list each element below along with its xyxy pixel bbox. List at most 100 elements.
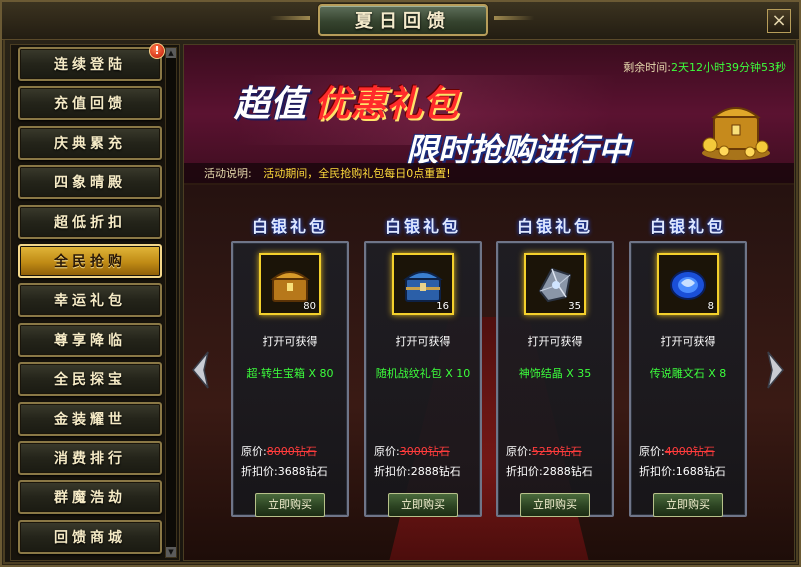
sidebar-item-flash-sale[interactable]: 全民抢购 xyxy=(18,243,162,278)
promo-banner: 剩余时间:2天12小时39分钟53秒 超值 优惠礼包 限时抢购进行中 活动说明:… xyxy=(184,45,794,185)
pack-title: 白银礼包 xyxy=(251,217,328,236)
original-price-label: 原价: xyxy=(374,445,400,458)
countdown: 剩余时间:2天12小时39分钟53秒 xyxy=(623,59,786,75)
sidebar-item-golden-gear[interactable]: 金装耀世 xyxy=(18,401,162,436)
notice-text: 活动期间，全民抢购礼包每日0点重置! xyxy=(263,167,451,180)
item-count: 35 xyxy=(568,301,581,312)
activity-notice: 活动说明: 活动期间，全民抢购礼包每日0点重置! xyxy=(184,163,794,185)
pack-title: 白银礼包 xyxy=(649,217,726,236)
sidebar-item-spending-rank[interactable]: 消费排行 xyxy=(18,440,162,475)
discount-price-row: 折扣价:1688钻石 xyxy=(639,463,726,479)
item-slot[interactable]: 35 xyxy=(524,253,586,315)
banner-headline: 超值 优惠礼包 xyxy=(234,75,458,127)
pack-body: 16 打开可获得 随机战纹礼包 X 10 原价:3000钻石 折扣价:2888钻… xyxy=(364,241,482,517)
discount-price: 3688钻石 xyxy=(277,465,328,478)
pack-card: 白银礼包 16 打开可获得 随机战纹礼包 X 10 原价:3000钻石 折扣价:… xyxy=(364,213,482,517)
original-price-row: 原价:4000钻石 xyxy=(639,443,715,459)
sidebar-item-label: 庆典累充 xyxy=(54,135,126,152)
reward-text: 超·转生宝箱 X 80 xyxy=(246,367,334,380)
main-panel: 剩余时间:2天12小时39分钟53秒 超值 优惠礼包 限时抢购进行中 活动说明:… xyxy=(183,44,795,561)
sidebar-item-label: 回馈商城 xyxy=(54,529,126,546)
buy-button[interactable]: 立即购买 xyxy=(653,493,723,517)
pack-card: 白银礼包 35 打开可获得 神饰结晶 X 35 原价:5250钻石 折扣价:28… xyxy=(496,213,614,517)
original-price: 4000钻石 xyxy=(664,445,715,458)
sidebar-item-demon-calamity[interactable]: 群魔浩劫 xyxy=(18,480,162,515)
sidebar-item-label: 全民抢购 xyxy=(54,253,126,270)
event-window: 夏日回馈 × 连续登陆 ! 充值回馈 庆典累充 四象晴殿 超低折扣 全民抢购 幸… xyxy=(0,0,801,567)
sidebar: 连续登陆 ! 充值回馈 庆典累充 四象晴殿 超低折扣 全民抢购 幸运礼包 尊享降… xyxy=(10,43,180,561)
sidebar-item-celebration-recharge[interactable]: 庆典累充 xyxy=(18,125,162,160)
original-price-label: 原价: xyxy=(241,445,267,458)
discount-price-row: 折扣价:2888钻石 xyxy=(374,463,461,479)
sidebar-item-label: 四象晴殿 xyxy=(54,175,126,192)
original-price-label: 原价: xyxy=(639,445,665,458)
discount-price-label: 折扣价: xyxy=(506,465,543,478)
scroll-up-icon[interactable]: ▲ xyxy=(166,48,176,58)
treasure-chest-icon xyxy=(702,107,770,160)
sidebar-item-recharge-reward[interactable]: 充值回馈 xyxy=(18,86,162,121)
pack-body: 8 打开可获得 传说雕文石 X 8 原价:4000钻石 折扣价:1688钻石 立… xyxy=(629,241,747,517)
item-count: 80 xyxy=(303,301,316,312)
pack-title: 白银礼包 xyxy=(384,217,461,236)
sidebar-item-label: 超低折扣 xyxy=(54,214,126,231)
buy-button[interactable]: 立即购买 xyxy=(255,493,325,517)
open-label: 打开可获得 xyxy=(262,335,318,348)
pack-card: 白银礼包 80 打开可获得 超·转生宝箱 X 80 原价:8000钻石 折扣价:… xyxy=(231,213,349,517)
item-slot[interactable]: 16 xyxy=(392,253,454,315)
sidebar-item-label: 幸运礼包 xyxy=(54,293,126,310)
pack-title: 白银礼包 xyxy=(516,217,593,236)
title-ornament-right xyxy=(494,16,534,20)
discount-price-row: 折扣价:3688钻石 xyxy=(241,463,328,479)
sidebar-item-lucky-pack[interactable]: 幸运礼包 xyxy=(18,283,162,318)
sidebar-item-label: 金装耀世 xyxy=(54,411,126,428)
open-label: 打开可获得 xyxy=(395,335,451,348)
rune-stone-icon xyxy=(670,270,706,300)
sidebar-item-reward-shop[interactable]: 回馈商城 xyxy=(18,519,162,554)
sidebar-item-label: 尊享降临 xyxy=(54,332,126,349)
sidebar-menu: 连续登陆 ! 充值回馈 庆典累充 四象晴殿 超低折扣 全民抢购 幸运礼包 尊享降… xyxy=(14,43,165,559)
notice-label: 活动说明: xyxy=(204,167,252,180)
sidebar-item-label: 连续登陆 xyxy=(54,57,126,73)
discount-price: 1688钻石 xyxy=(675,465,726,478)
sidebar-item-label: 消费排行 xyxy=(54,450,126,467)
reward-text: 神饰结晶 X 35 xyxy=(518,367,592,380)
original-price: 5250钻石 xyxy=(531,445,582,458)
open-label: 打开可获得 xyxy=(527,335,583,348)
banner-headline-highlight: 优惠礼包 xyxy=(314,84,459,125)
reward-text: 传说雕文石 X 8 xyxy=(649,367,727,380)
sidebar-item-label: 充值回馈 xyxy=(54,96,126,113)
buy-button[interactable]: 立即购买 xyxy=(388,493,458,517)
item-count: 16 xyxy=(436,301,449,312)
pack-card: 白银礼包 8 打开可获得 传说雕文石 X 8 原价:4000钻石 折扣价:168… xyxy=(629,213,747,517)
sidebar-item-label: 群魔浩劫 xyxy=(54,490,126,507)
banner-headline-prefix: 超值 xyxy=(234,84,307,125)
sidebar-item-treasure-hunt[interactable]: 全民探宝 xyxy=(18,362,162,397)
scroll-down-icon[interactable]: ▼ xyxy=(166,547,176,557)
original-price-row: 原价:8000钻石 xyxy=(241,443,317,459)
next-arrow-icon[interactable] xyxy=(764,350,786,390)
original-price: 3000钻石 xyxy=(399,445,450,458)
pack-body: 80 打开可获得 超·转生宝箱 X 80 原价:8000钻石 折扣价:3688钻… xyxy=(231,241,349,517)
discount-price-row: 折扣价:2888钻石 xyxy=(506,463,593,479)
discount-price-label: 折扣价: xyxy=(241,465,278,478)
title-plate: 夏日回馈 xyxy=(318,4,488,36)
discount-price: 2888钻石 xyxy=(410,465,461,478)
sidebar-item-label: 全民探宝 xyxy=(54,372,126,389)
sidebar-scrollbar[interactable]: ▲ ▼ xyxy=(165,47,177,558)
sidebar-item-consecutive-login[interactable]: 连续登陆 ! xyxy=(18,43,165,81)
close-button[interactable]: × xyxy=(767,9,791,33)
item-slot[interactable]: 80 xyxy=(259,253,321,315)
sidebar-item-low-discount[interactable]: 超低折扣 xyxy=(18,204,162,239)
sidebar-item-four-symbols[interactable]: 四象晴殿 xyxy=(18,165,162,200)
original-price-row: 原价:3000钻石 xyxy=(374,443,450,459)
prev-arrow-icon[interactable] xyxy=(190,350,212,390)
discount-price-label: 折扣价: xyxy=(374,465,411,478)
sidebar-item-vip-arrival[interactable]: 尊享降临 xyxy=(18,322,162,357)
pack-body: 35 打开可获得 神饰结晶 X 35 原价:5250钻石 折扣价:2888钻石 … xyxy=(496,241,614,517)
buy-button[interactable]: 立即购买 xyxy=(520,493,590,517)
original-price: 8000钻石 xyxy=(266,445,317,458)
discount-price-label: 折扣价: xyxy=(639,465,676,478)
item-slot[interactable]: 8 xyxy=(657,253,719,315)
title-ornament-left xyxy=(270,16,310,20)
window-title: 夏日回馈 xyxy=(355,11,451,32)
